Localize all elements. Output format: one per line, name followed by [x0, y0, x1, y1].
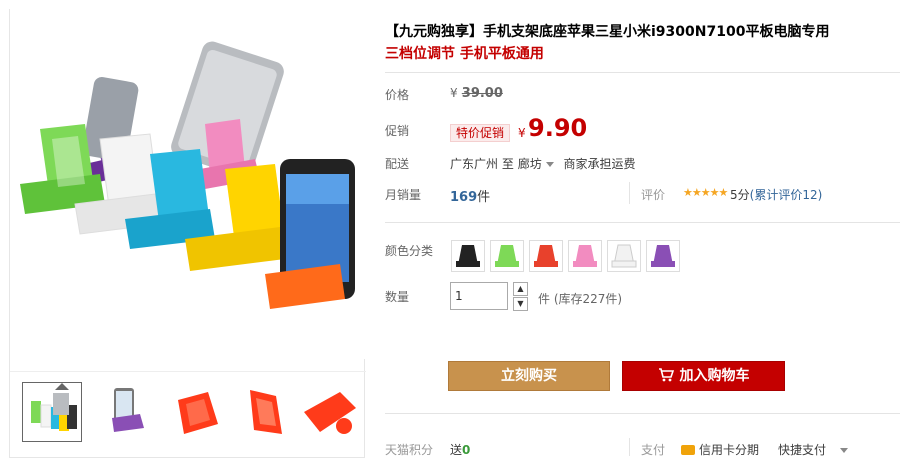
- sales-count: 169: [450, 190, 478, 205]
- color-swatch-white[interactable]: [607, 240, 641, 272]
- review-label: 评价: [641, 188, 666, 202]
- product-gallery: [9, 9, 366, 458]
- main-product-image[interactable]: [10, 9, 366, 359]
- stock-count: (库存227件): [553, 292, 623, 306]
- review-summary: 5分(累计评价12): [730, 186, 822, 203]
- price-label: 价格: [385, 88, 410, 102]
- thumbnail-4[interactable]: [236, 382, 296, 442]
- promo-badge: 特价促销: [450, 124, 511, 142]
- points-value: 0: [462, 443, 471, 457]
- product-info: 【九元购独享】手机支架底座苹果三星小米i9300N7100平板电脑专用 三档位调…: [385, 0, 900, 458]
- delivery-label: 配送: [385, 157, 410, 171]
- add-to-cart-label: 加入购物车: [679, 368, 750, 384]
- quantity-decrease-button[interactable]: ▼: [513, 297, 528, 311]
- delivery-to-word: 至: [501, 157, 514, 171]
- cart-icon: [658, 368, 674, 382]
- thumb-active-arrow: [55, 383, 69, 390]
- promo-currency-symbol: ¥: [518, 126, 526, 140]
- currency-symbol: ¥: [450, 86, 458, 100]
- credit-card-icon: [681, 445, 695, 455]
- thumbnail-2[interactable]: [100, 382, 160, 442]
- original-price: ¥ 39.00: [450, 86, 503, 101]
- color-swatch-black[interactable]: [451, 240, 485, 272]
- sales-unit: 件: [477, 190, 491, 205]
- color-swatch-purple[interactable]: [646, 240, 680, 272]
- divider: [629, 182, 630, 204]
- promo-label: 促销: [385, 124, 410, 138]
- quantity-label: 数量: [385, 290, 410, 304]
- thumbnail-3[interactable]: [170, 382, 230, 442]
- delivery-fee: 商家承担运费: [563, 157, 636, 171]
- stock-info: 件 (库存227件): [538, 290, 622, 307]
- quantity-unit: 件: [538, 292, 551, 306]
- star-rating-icon: ★★★★★: [683, 186, 728, 199]
- color-swatch-red[interactable]: [529, 240, 563, 272]
- color-label: 颜色分类: [385, 244, 434, 258]
- delivery-to[interactable]: 廊坊: [518, 157, 542, 171]
- buy-now-button[interactable]: 立刻购买: [448, 361, 610, 391]
- review-score: 5分: [730, 188, 750, 202]
- pay-label: 支付: [641, 443, 666, 457]
- credit-card-label: 信用卡分期: [699, 443, 760, 457]
- quick-pay-label: 快捷支付: [778, 443, 827, 457]
- sales-label: 月销量: [385, 188, 422, 202]
- divider: [385, 72, 900, 73]
- original-price-value: 39.00: [461, 86, 503, 101]
- points-info: 送0: [450, 441, 470, 458]
- quick-pay[interactable]: 快捷支付: [778, 441, 854, 458]
- product-page: 【九元购独享】手机支架底座苹果三星小米i9300N7100平板电脑专用 三档位调…: [0, 0, 900, 458]
- add-to-cart-button[interactable]: 加入购物车: [622, 361, 785, 391]
- credit-card-payment[interactable]: 信用卡分期: [681, 441, 759, 458]
- points-prefix: 送: [450, 443, 463, 457]
- review-count-link[interactable]: (累计评价12): [750, 188, 823, 202]
- divider: [385, 222, 900, 223]
- divider: [629, 438, 630, 456]
- monthly-sales: 169件: [450, 186, 490, 205]
- chevron-down-icon[interactable]: [840, 448, 849, 453]
- thumbnail-strip: [10, 371, 366, 455]
- divider: [385, 413, 900, 414]
- quantity-increase-button[interactable]: ▲: [513, 282, 528, 296]
- color-swatch-pink[interactable]: [568, 240, 602, 272]
- points-label: 天猫积分: [385, 443, 434, 457]
- delivery-from: 广东广州: [450, 157, 499, 171]
- thumbnail-5[interactable]: [300, 382, 360, 442]
- product-subtitle: 三档位调节 手机平板通用: [385, 46, 544, 62]
- delivery-info: 广东广州 至 廊坊 商家承担运费: [450, 155, 636, 172]
- chevron-down-icon[interactable]: [545, 162, 554, 167]
- promo-price: 9.90: [528, 114, 588, 142]
- thumbnail-1[interactable]: [22, 382, 82, 442]
- color-swatch-green[interactable]: [490, 240, 524, 272]
- quantity-input[interactable]: 1: [450, 282, 508, 310]
- product-title: 【九元购独享】手机支架底座苹果三星小米i9300N7100平板电脑专用: [385, 24, 830, 40]
